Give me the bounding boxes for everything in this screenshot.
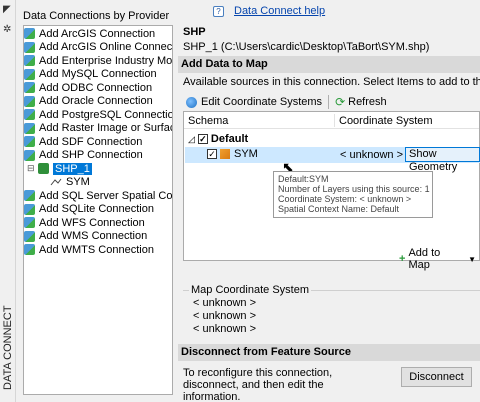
add-connection-icon xyxy=(24,41,35,53)
disconnect-description: To reconfigure this connection, disconne… xyxy=(183,367,333,402)
map-cs-value: < unknown > xyxy=(193,310,256,322)
map-coordinate-system-group: Map Coordinate System < unknown > < unkn… xyxy=(183,284,480,338)
add-connection-icon xyxy=(24,95,35,107)
add-connection-icon xyxy=(24,122,35,134)
add-connection-icon xyxy=(24,82,35,94)
collapse-icon[interactable]: ⊟ xyxy=(27,163,36,174)
toolbar: Edit Coordinate Systems ⟳ Refresh xyxy=(183,94,390,110)
sym-checkbox[interactable]: ✓ xyxy=(207,149,217,159)
provider-item[interactable]: Add PostgreSQL Connection xyxy=(24,108,172,122)
provider-item[interactable]: Add MySQL Connection xyxy=(24,68,157,82)
shp-connection-icon xyxy=(38,163,49,175)
column-coordinate-system[interactable]: Coordinate System xyxy=(339,115,433,127)
side-strip: ◤ ✲ DATA CONNECT xyxy=(0,0,16,402)
default-checkbox[interactable]: ✓ xyxy=(197,134,208,144)
connection-title: SHP xyxy=(183,26,206,38)
show-geometry-button[interactable]: Show Geometry xyxy=(405,147,480,173)
add-connection-icon xyxy=(24,230,35,242)
map-cs-legend: Map Coordinate System xyxy=(189,284,311,296)
table-row[interactable]: ✓ SYM < unknown > Show Geometry xyxy=(185,147,480,173)
add-icon: + xyxy=(399,253,406,265)
provider-item[interactable]: Add SQL Server Spatial Connect xyxy=(24,189,172,203)
gear-icon[interactable]: ✲ xyxy=(3,24,11,35)
feature-class-icon xyxy=(220,149,230,159)
globe-icon xyxy=(186,96,197,108)
grid-header: Schema Coordinate System xyxy=(184,112,479,129)
help-link[interactable]: Data Connect help xyxy=(234,5,325,17)
provider-item[interactable]: Add SHP Connection xyxy=(24,149,143,163)
provider-item[interactable]: Add SDF Connection xyxy=(24,135,142,149)
provider-item[interactable]: Add Oracle Connection xyxy=(24,95,153,109)
provider-item[interactable]: Add ODBC Connection xyxy=(24,81,152,95)
main-panel: ? Data Connect help SHP SHP_1 (C:\Users\… xyxy=(173,0,480,402)
map-cs-value: < unknown > xyxy=(193,323,256,335)
add-connection-icon xyxy=(24,136,35,148)
column-divider[interactable] xyxy=(334,114,335,127)
providers-panel: Data Connections by Provider Add ArcGIS … xyxy=(17,0,173,402)
add-data-description: Available sources in this connection. Se… xyxy=(183,76,480,88)
add-to-map-button[interactable]: + Add to Map ▼ xyxy=(395,247,480,271)
provider-item[interactable]: Add Enterprise Industry Model C xyxy=(24,54,172,68)
tooltip: Default:SYM Number of Layers using this … xyxy=(273,171,433,218)
tree-item-sym[interactable]: SYM xyxy=(50,176,90,190)
provider-item[interactable]: Add ArcGIS Online Connection xyxy=(24,41,172,55)
provider-item[interactable]: Add Raster Image or Surface Co xyxy=(24,122,172,136)
add-connection-icon xyxy=(24,109,35,121)
collapse-chevron-icon[interactable]: ◿ xyxy=(188,134,195,145)
provider-item[interactable]: Add WMS Connection xyxy=(24,230,147,244)
refresh-icon: ⟳ xyxy=(335,95,346,109)
add-connection-icon xyxy=(24,55,35,67)
toolbar-separator xyxy=(328,95,330,109)
row-coordinate-system: < unknown > xyxy=(340,149,403,161)
strip-label: DATA CONNECT xyxy=(2,305,14,390)
connection-path: SHP_1 (C:\Users\cardic\Desktop\TaBort\SY… xyxy=(183,41,430,53)
feature-class-icon xyxy=(50,178,62,186)
add-connection-icon xyxy=(24,190,35,202)
disconnect-button[interactable]: Disconnect xyxy=(401,367,472,387)
provider-item[interactable]: Add ArcGIS Connection xyxy=(24,27,155,41)
add-connection-icon xyxy=(24,203,35,215)
help-icon: ? xyxy=(213,5,224,17)
add-data-section-header: Add Data to Map xyxy=(178,56,480,73)
row-name: ✓ SYM xyxy=(207,148,258,160)
tree-item-shp1[interactable]: ⊟ SHP_1 xyxy=(27,162,92,176)
edit-coordinate-systems-button[interactable]: Edit Coordinate Systems xyxy=(183,94,325,110)
help-row: ? Data Connect help xyxy=(213,5,325,17)
add-connection-icon xyxy=(24,244,35,256)
refresh-button[interactable]: ⟳ Refresh xyxy=(332,94,390,110)
disconnect-section-header: Disconnect from Feature Source xyxy=(178,344,480,361)
column-schema[interactable]: Schema xyxy=(188,115,228,127)
pin-icon[interactable]: ◤ xyxy=(3,4,11,15)
provider-item[interactable]: Add WFS Connection xyxy=(24,216,145,230)
provider-item[interactable]: Add WMTS Connection xyxy=(24,243,154,257)
add-connection-icon xyxy=(24,149,35,161)
provider-item[interactable]: Add SQLite Connection xyxy=(24,203,154,217)
default-schema-row[interactable]: ◿ ✓ Default xyxy=(188,133,248,145)
map-cs-value: < unknown > xyxy=(193,297,256,309)
add-connection-icon xyxy=(24,217,35,229)
providers-title: Data Connections by Provider xyxy=(23,10,170,22)
dropdown-arrow-icon[interactable]: ▼ xyxy=(468,255,476,264)
add-connection-icon xyxy=(24,28,35,40)
add-connection-icon xyxy=(24,68,35,80)
providers-tree: Add ArcGIS Connection Add ArcGIS Online … xyxy=(23,25,173,395)
